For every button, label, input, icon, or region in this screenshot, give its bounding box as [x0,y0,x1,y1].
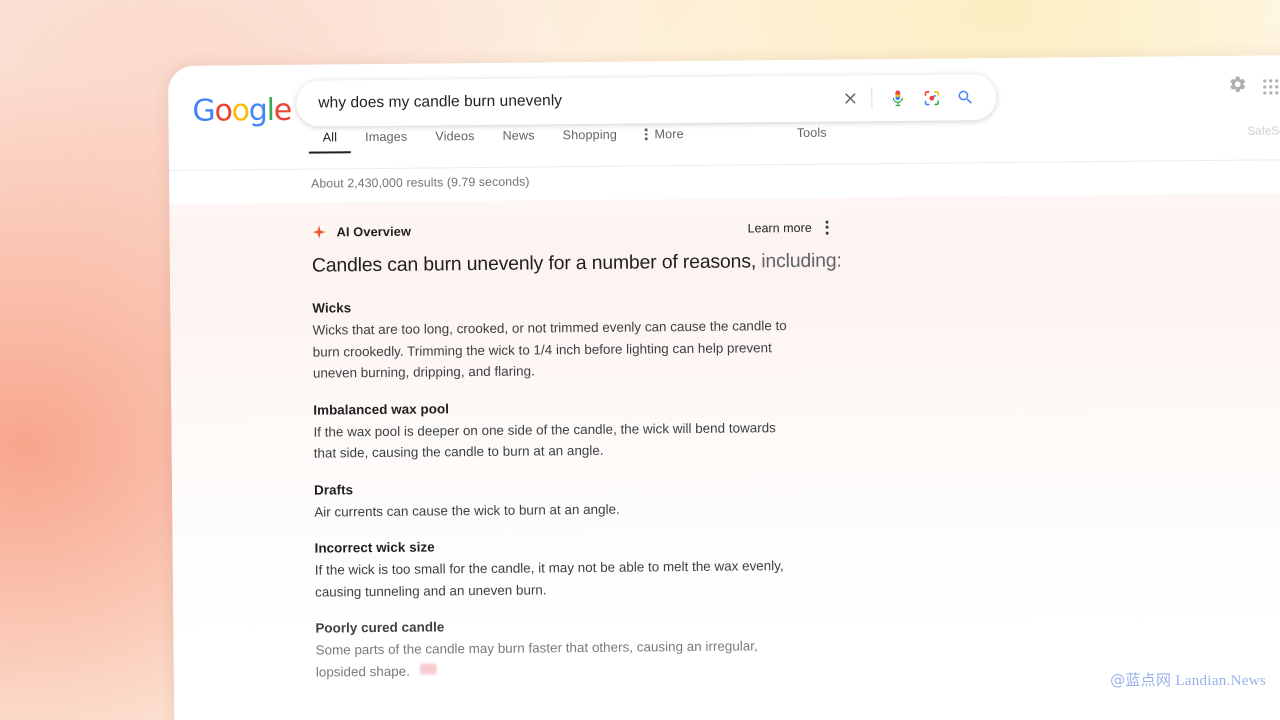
ai-section-wicks: Wicks Wicks that are too long, crooked, … [312,296,793,384]
tab-more-label: More [654,127,684,142]
gear-icon[interactable] [1228,75,1247,99]
search-divider [871,87,873,110]
tab-more[interactable]: More [631,127,698,151]
safesearch-dropdown[interactable]: SafeSearch [1248,125,1280,138]
watermark-cn: @蓝点网 [1110,671,1172,689]
results-count: About 2,430,000 results (9.79 seconds) [311,174,530,191]
safesearch-label: SafeSearch [1247,125,1280,138]
ai-section-body: If the wax pool is deeper on one side of… [313,419,776,461]
ai-title-dim: including: [755,249,842,273]
ai-section-poorly-cured-candle: Poorly cured candle Some parts of the ca… [315,616,796,683]
ai-overview-actions: Learn more [747,219,830,237]
search-results-panel: Google why does my candle burn unevenly [168,54,1280,720]
search-bar-icons [833,80,996,116]
more-options-icon[interactable] [824,219,831,237]
screenshot-root: Google why does my candle burn unevenly [0,0,1280,720]
ai-section-drafts: Drafts Air currents can cause the wick t… [314,478,794,523]
sparkle-icon [312,224,327,239]
watermark: @蓝点网 Landian.News [1110,669,1266,690]
tab-shopping[interactable]: Shopping [549,128,632,152]
ai-section-heading: Poorly cured candle [315,619,445,636]
microphone-icon[interactable] [880,81,914,115]
tab-news[interactable]: News [488,128,548,152]
search-submit-icon[interactable] [948,80,982,114]
ai-section-imbalanced-wax-pool: Imbalanced wax pool If the wax pool is d… [313,398,794,465]
ai-section-heading: Wicks [312,300,352,316]
tab-all[interactable]: All [308,130,352,154]
search-input[interactable]: why does my candle burn unevenly [318,90,833,113]
ai-section-body-text: Some parts of the candle may burn faster… [315,638,758,680]
ai-overview-section: AI Overview Learn more Candles can burn … [169,192,1280,720]
watermark-en: Landian.News [1171,673,1266,689]
ai-section-body: Some parts of the candle may burn faster… [316,635,796,683]
learn-more-link[interactable]: Learn more [748,221,812,236]
ai-overview-header: AI Overview [312,223,412,240]
ai-overview-title: Candles can burn unevenly for a number o… [312,250,842,278]
google-lens-icon[interactable] [914,81,948,115]
header-divider [168,158,1280,171]
ai-section-body: Air currents can cause the wick to burn … [314,501,620,520]
ai-title-main: Candles can burn unevenly for a number o… [311,250,757,277]
tab-images[interactable]: Images [351,130,421,154]
tools-button[interactable]: Tools [797,126,827,140]
apps-grid-icon[interactable] [1263,78,1279,94]
header-actions [1228,73,1280,100]
ai-overview-body: Wicks Wicks that are too long, crooked, … [312,296,796,701]
vertical-dots-icon [645,128,648,141]
ai-section-heading: Drafts [314,481,354,498]
search-bar[interactable]: why does my candle burn unevenly [296,74,997,127]
clear-search-icon[interactable] [833,81,867,115]
tab-videos[interactable]: Videos [421,129,488,153]
ai-section-body: Wicks that are too long, crooked, or not… [312,318,787,381]
ai-section-heading: Imbalanced wax pool [313,400,450,418]
ai-section-incorrect-wick-size: Incorrect wick size If the wick is too s… [315,536,796,603]
page-header: Google why does my candle burn unevenly [168,55,1280,178]
ai-overview-label: AI Overview [336,223,412,240]
citation-chip[interactable] [419,662,437,675]
ai-section-body: If the wick is too small for the candle,… [314,558,784,600]
google-logo[interactable]: Google [192,93,291,129]
result-tabs: All Images Videos News Shopping More [308,127,698,154]
ai-section-heading: Incorrect wick size [314,539,435,556]
